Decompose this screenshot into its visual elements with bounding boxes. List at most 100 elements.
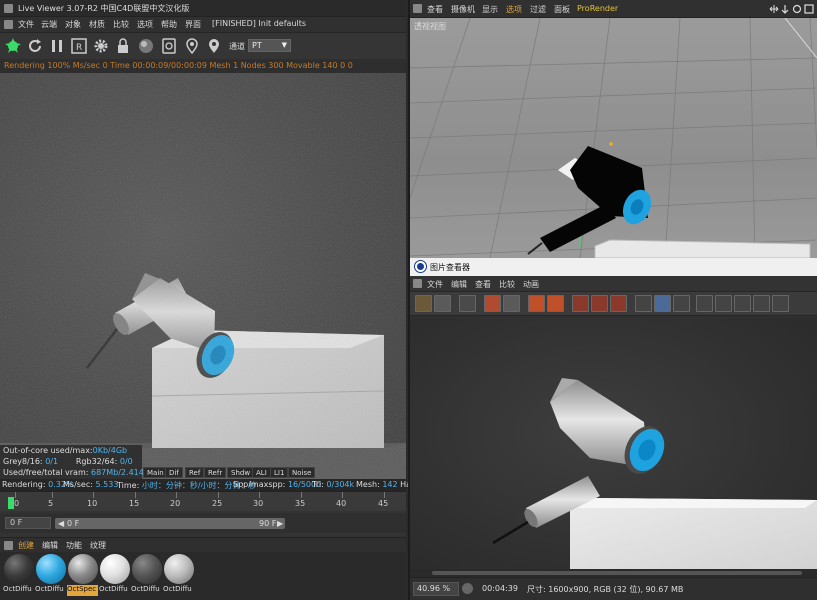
menu-icon[interactable]: [413, 279, 422, 288]
mat-menu-create[interactable]: 创建: [18, 540, 34, 551]
vp-menu-view[interactable]: 查看: [427, 4, 443, 15]
pass-tab-ref[interactable]: Ref: [185, 467, 205, 478]
vp-menu-filter[interactable]: 过滤: [530, 4, 546, 15]
mat-menu-function[interactable]: 功能: [66, 540, 82, 551]
vp-menu-display[interactable]: 显示: [482, 4, 498, 15]
vp-menu-prorender[interactable]: ProRender: [577, 4, 618, 13]
material-swatch[interactable]: OctDiffu: [99, 554, 130, 598]
material-swatch[interactable]: OctSpec: [67, 554, 98, 598]
pv-menu-edit[interactable]: 编辑: [451, 279, 467, 290]
pv-menu-view[interactable]: 查看: [475, 279, 491, 290]
pv-menu-compare[interactable]: 比较: [499, 279, 515, 290]
pass-tab-refr[interactable]: Refr: [204, 467, 227, 478]
menu-options[interactable]: 选项: [137, 19, 153, 30]
chevron-left-icon[interactable]: ◀: [58, 518, 64, 529]
single-view-icon[interactable]: [635, 295, 652, 312]
render-region-icon[interactable]: [484, 295, 501, 312]
viewport-canvas[interactable]: 透视视图: [410, 18, 817, 258]
scrollbar-thumb[interactable]: [432, 571, 802, 575]
vp-menu-panel[interactable]: 面板: [554, 4, 570, 15]
clay-mode-icon[interactable]: [160, 37, 178, 55]
menu-compare[interactable]: 比较: [113, 19, 129, 30]
compare-a-icon[interactable]: [572, 295, 589, 312]
vp-menu-options[interactable]: 选项: [506, 4, 522, 15]
menu-icon[interactable]: [4, 20, 13, 29]
out-of-core-label: Out-of-core used/max:: [3, 446, 93, 455]
chevron-right-icon[interactable]: ▶: [277, 518, 283, 529]
fullscreen-icon[interactable]: [772, 295, 789, 312]
menu-material[interactable]: 材质: [89, 19, 105, 30]
picture-viewer-canvas[interactable]: [410, 318, 817, 569]
play-icon[interactable]: [462, 583, 473, 594]
material-swatch[interactable]: OctDiffu: [131, 554, 162, 598]
rendering-label: Rendering:: [2, 480, 46, 489]
frame-range-row: 0 F ◀ 0 F 90 F ▶: [0, 513, 406, 533]
open-file-icon[interactable]: [415, 295, 432, 312]
material-swatch[interactable]: OctDiffu: [35, 554, 66, 598]
timeline-ruler[interactable]: 0 5 10 15 20 25 30 35 40 45: [0, 491, 406, 511]
horizontal-scrollbar[interactable]: [410, 569, 817, 577]
pick-material-icon[interactable]: [205, 37, 223, 55]
pass-tab-main[interactable]: Main: [143, 467, 168, 478]
save-file-icon[interactable]: [434, 295, 451, 312]
pick-focus-icon[interactable]: [183, 37, 201, 55]
pass-tab-noise[interactable]: Noise: [288, 467, 316, 478]
material-name: OctDiffu: [3, 585, 34, 596]
ms-sec-label: Ms/sec:: [63, 480, 93, 489]
time-label: Time:: [117, 481, 140, 490]
out-of-core-value: 0Kb/4Gb: [92, 446, 128, 455]
pv-menu-file[interactable]: 文件: [427, 279, 443, 290]
difference-icon[interactable]: [753, 295, 770, 312]
memory-hud: Out-of-core used/max:0Kb/4Gb Grey8/16: 0…: [0, 445, 174, 479]
settings-gear-icon[interactable]: [92, 37, 110, 55]
restart-icon[interactable]: [26, 37, 44, 55]
set-b-icon[interactable]: [715, 295, 732, 312]
menu-help[interactable]: 帮助: [161, 19, 177, 30]
material-swatch[interactable]: OctDiffu: [163, 554, 194, 598]
split-view-icon[interactable]: [654, 295, 671, 312]
grid-view-icon[interactable]: [459, 295, 476, 312]
compare-b-icon[interactable]: [591, 295, 608, 312]
menu-icon[interactable]: [4, 541, 13, 550]
menu-icon[interactable]: [413, 4, 422, 13]
vp-menu-camera[interactable]: 摄像机: [451, 4, 475, 15]
mat-menu-edit[interactable]: 编辑: [42, 540, 58, 551]
set-a-icon[interactable]: [696, 295, 713, 312]
pass-tab-dif[interactable]: Dif: [165, 467, 183, 478]
kernel-select[interactable]: PT ▼: [248, 39, 291, 52]
current-frame-field[interactable]: 0 F: [5, 517, 51, 529]
range-end-label: 90 F: [259, 519, 277, 528]
menu-cloud[interactable]: 云端: [41, 19, 57, 30]
copy-image-icon[interactable]: [528, 295, 545, 312]
pause-icon[interactable]: [48, 37, 66, 55]
viewport-nav-icons[interactable]: [769, 4, 815, 14]
lock-icon[interactable]: [114, 37, 132, 55]
material-preview-icon[interactable]: [137, 37, 155, 55]
pass-tab-li1[interactable]: LI1: [270, 467, 289, 478]
zoom-field[interactable]: 40.96 %: [413, 582, 459, 596]
timeline-tick: 5: [48, 499, 54, 508]
pv-menu-animation[interactable]: 动画: [523, 279, 539, 290]
frame-range-slider[interactable]: ◀ 0 F 90 F ▶: [55, 518, 285, 529]
mat-menu-texture[interactable]: 纹理: [90, 540, 106, 551]
timeline-tick: 40: [336, 499, 347, 508]
ab-view-icon[interactable]: [673, 295, 690, 312]
viewport-menubar: 查看 摄像机 显示 选项 过滤 面板 ProRender: [410, 0, 817, 18]
perspective-viewport-panel: 查看 摄像机 显示 选项 过滤 面板 ProRender 透视视图: [408, 0, 817, 258]
material-swatch[interactable]: OctDiffu: [3, 554, 34, 598]
paste-image-icon[interactable]: [547, 295, 564, 312]
compare-swap-icon[interactable]: [610, 295, 627, 312]
pass-tab-ali[interactable]: ALI: [252, 467, 271, 478]
menu-object[interactable]: 对象: [65, 19, 81, 30]
menu-file[interactable]: 文件: [18, 19, 34, 30]
live-viewer-menubar: 文件 云端 对象 材质 比较 选项 帮助 界面 [FINISHED] Init …: [0, 17, 406, 33]
send-scene-icon[interactable]: [4, 37, 22, 55]
user-compare-icon[interactable]: [503, 295, 520, 312]
kernel-label: 通道: [229, 42, 245, 51]
menu-interface[interactable]: 界面: [185, 19, 201, 30]
timeline-tick: 35: [295, 499, 306, 508]
pass-tab-shdw[interactable]: Shdw: [227, 467, 255, 478]
region-render-icon[interactable]: R: [70, 37, 88, 55]
render-preview[interactable]: [0, 73, 406, 479]
swap-ab-icon[interactable]: [734, 295, 751, 312]
